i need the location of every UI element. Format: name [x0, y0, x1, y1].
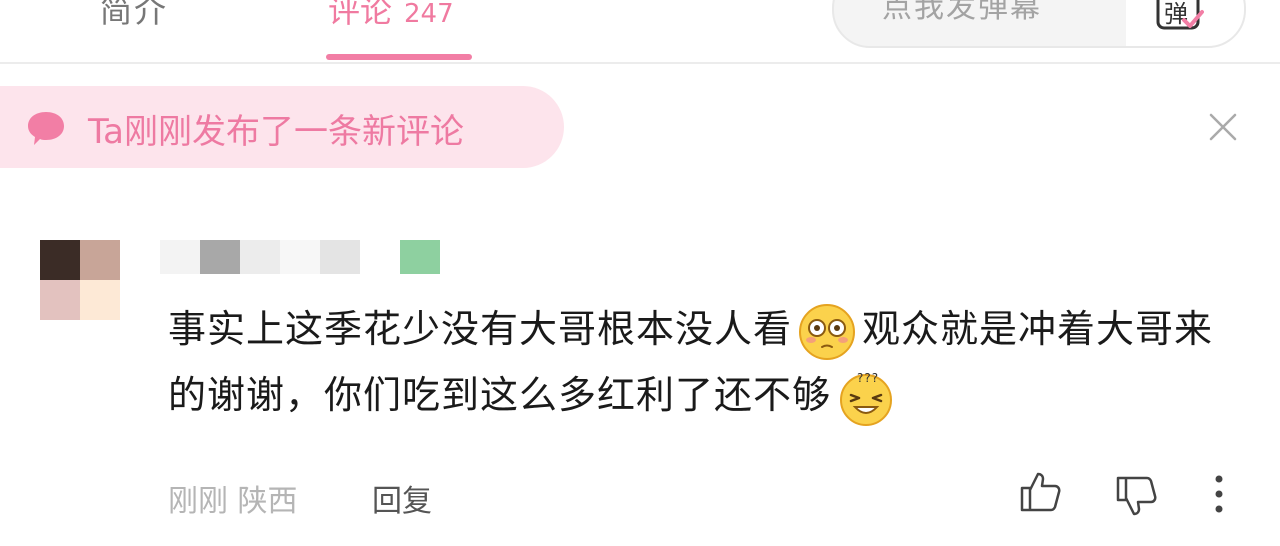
- thumbs-up-icon[interactable]: [1018, 470, 1062, 514]
- tab-intro[interactable]: 简介: [100, 0, 168, 32]
- tab-comments-label: 评论: [328, 0, 393, 30]
- danmu-input[interactable]: 点我发弹幕: [882, 0, 1042, 26]
- avatar[interactable]: [40, 240, 120, 320]
- danmu-bar: 点我发弹幕 弹: [832, 0, 1246, 48]
- comment-text-part1: 事实上这季花少没有大哥根本没人看: [168, 307, 793, 351]
- svg-text:???: ???: [857, 371, 879, 385]
- reply-button[interactable]: 回复: [372, 476, 432, 520]
- flushed-emoji-icon: [798, 303, 856, 361]
- close-icon[interactable]: [1208, 112, 1238, 142]
- tab-comments-count: 247: [404, 0, 454, 29]
- danmu-toggle-icon: 弹: [1156, 0, 1204, 30]
- notice-text: Ta刚刚发布了一条新评论: [88, 112, 464, 152]
- username-redacted[interactable]: [160, 240, 450, 274]
- tab-comments[interactable]: 评论 247: [328, 0, 454, 32]
- tab-bar: 简介 评论 247 点我发弹幕 弹: [0, 0, 1280, 64]
- more-vertical-icon[interactable]: [1206, 474, 1232, 514]
- danmu-toggle-button[interactable]: 弹: [1126, 0, 1244, 46]
- comment-time-location: 刚刚 陕西: [168, 484, 298, 519]
- chat-bubble-icon: [28, 112, 64, 145]
- new-comment-notice[interactable]: Ta刚刚发布了一条新评论: [0, 86, 564, 168]
- active-tab-indicator: [326, 54, 472, 60]
- thumbs-down-icon[interactable]: [1114, 474, 1158, 518]
- comment-text: 事实上这季花少没有大哥根本没人看 观众就是冲着大哥来的谢谢，你们吃到这么多红利了…: [168, 296, 1248, 428]
- danmu-toggle-label: 弹: [1164, 0, 1188, 28]
- confused-emoji-icon: ???: [837, 369, 895, 427]
